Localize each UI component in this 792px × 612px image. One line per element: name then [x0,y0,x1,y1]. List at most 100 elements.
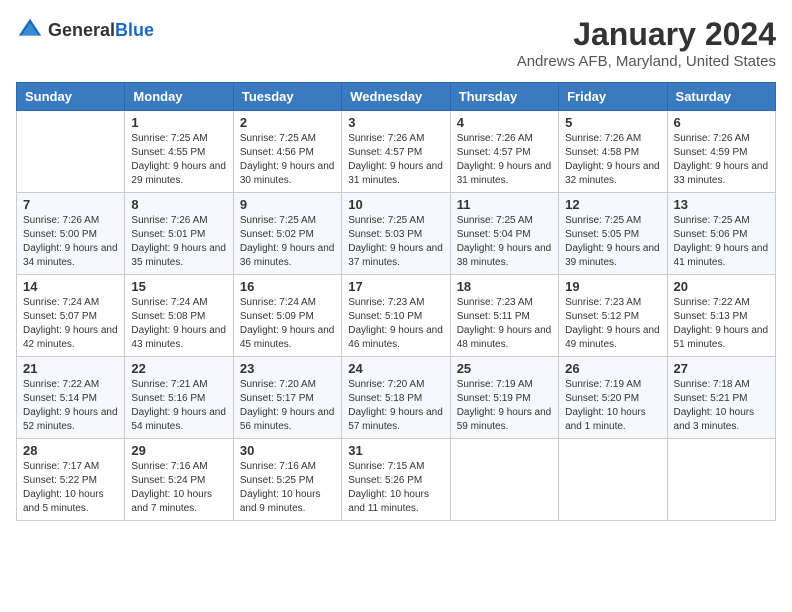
sunset: Sunset: 5:10 PM [348,310,443,324]
day-number: 24 [348,361,443,376]
calendar-week-3: 14Sunrise: 7:24 AMSunset: 5:07 PMDayligh… [17,275,776,357]
sunrise: Sunrise: 7:20 AM [240,378,335,392]
calendar-day-30: 30Sunrise: 7:16 AMSunset: 5:25 PMDayligh… [233,439,341,521]
calendar-day-31: 31Sunrise: 7:15 AMSunset: 5:26 PMDayligh… [342,439,450,521]
calendar-empty [450,439,558,521]
daylight-hours: Daylight: 10 hours and 9 minutes. [240,488,335,516]
daylight-hours: Daylight: 9 hours and 41 minutes. [674,242,769,270]
sunrise: Sunrise: 7:24 AM [23,296,118,310]
logo: GeneralBlue [16,16,154,44]
calendar-table: SundayMondayTuesdayWednesdayThursdayFrid… [16,82,776,521]
sunset: Sunset: 4:57 PM [348,146,443,160]
sunrise: Sunrise: 7:25 AM [565,214,660,228]
sunset: Sunset: 5:03 PM [348,228,443,242]
day-info: Sunrise: 7:19 AMSunset: 5:19 PMDaylight:… [457,378,552,434]
sunset: Sunset: 4:56 PM [240,146,335,160]
daylight-hours: Daylight: 9 hours and 31 minutes. [457,160,552,188]
calendar-day-25: 25 Sunrise: 7:19 AMSunset: 5:19 PMDayligh… [450,357,558,439]
sunset: Sunset: 5:18 PM [348,392,443,406]
sunrise: Sunrise: 7:22 AM [674,296,769,310]
sunrise: Sunrise: 7:25 AM [457,214,552,228]
daylight-hours: Daylight: 9 hours and 59 minutes. [457,406,552,434]
header-monday: Monday [125,83,233,111]
daylight-hours: Daylight: 9 hours and 49 minutes. [565,324,660,352]
daylight-hours: Daylight: 9 hours and 42 minutes. [23,324,118,352]
day-number: 27 [674,361,769,376]
sunset: Sunset: 5:24 PM [131,474,226,488]
sunset: Sunset: 5:17 PM [240,392,335,406]
sunset: Sunset: 5:20 PM [565,392,660,406]
day-number: 29 [131,443,226,458]
day-info: Sunrise: 7:26 AMSunset: 5:00 PMDaylight:… [23,214,118,270]
calendar-day-12: 12Sunrise: 7:25 AMSunset: 5:05 PMDayligh… [559,193,667,275]
day-number: 28 [23,443,118,458]
calendar-day-4: 4Sunrise: 7:26 AMSunset: 4:57 PMDaylight… [450,111,558,193]
day-number: 16 [240,279,335,294]
calendar-week-4: 21Sunrise: 7:22 AMSunset: 5:14 PMDayligh… [17,357,776,439]
day-number: 15 [131,279,226,294]
sunset: Sunset: 5:19 PM [457,392,552,406]
sunset: Sunset: 5:25 PM [240,474,335,488]
sunrise: Sunrise: 7:25 AM [240,214,335,228]
day-number: 18 [457,279,552,294]
day-number: 4 [457,115,552,130]
day-info: Sunrise: 7:15 AMSunset: 5:26 PMDaylight:… [348,460,443,516]
daylight-hours: Daylight: 9 hours and 29 minutes. [131,160,226,188]
sunrise: Sunrise: 7:25 AM [674,214,769,228]
calendar-day-14: 14Sunrise: 7:24 AMSunset: 5:07 PMDayligh… [17,275,125,357]
day-number: 13 [674,197,769,212]
calendar-day-3: 3Sunrise: 7:26 AMSunset: 4:57 PMDaylight… [342,111,450,193]
day-number: 17 [348,279,443,294]
calendar-day-20: 20 Sunrise: 7:22 AMSunset: 5:13 PMDayligh… [667,275,775,357]
day-number: 20 [674,279,769,294]
daylight-hours: Daylight: 9 hours and 56 minutes. [240,406,335,434]
day-number: 22 [131,361,226,376]
daylight-hours: Daylight: 9 hours and 57 minutes. [348,406,443,434]
header-sunday: Sunday [17,83,125,111]
day-number: 5 [565,115,660,130]
sunset: Sunset: 5:04 PM [457,228,552,242]
daylight-hours: Daylight: 9 hours and 36 minutes. [240,242,335,270]
day-info: Sunrise: 7:22 AMSunset: 5:13 PMDaylight:… [674,296,769,352]
daylight-hours: Daylight: 10 hours and 5 minutes. [23,488,118,516]
day-number: 1 [131,115,226,130]
day-info: Sunrise: 7:25 AMSunset: 4:55 PMDaylight:… [131,132,226,188]
calendar-day-8: 8Sunrise: 7:26 AMSunset: 5:01 PMDaylight… [125,193,233,275]
calendar-empty [559,439,667,521]
calendar-header-row: SundayMondayTuesdayWednesdayThursdayFrid… [17,83,776,111]
daylight-hours: Daylight: 9 hours and 37 minutes. [348,242,443,270]
daylight-hours: Daylight: 9 hours and 30 minutes. [240,160,335,188]
day-info: Sunrise: 7:25 AMSunset: 5:04 PMDaylight:… [457,214,552,270]
day-info: Sunrise: 7:26 AMSunset: 4:58 PMDaylight:… [565,132,660,188]
daylight-hours: Daylight: 10 hours and 11 minutes. [348,488,443,516]
daylight-hours: Daylight: 9 hours and 43 minutes. [131,324,226,352]
page-header: GeneralBlue January 2024 Andrews AFB, Ma… [16,16,776,70]
day-number: 9 [240,197,335,212]
day-info: Sunrise: 7:19 AMSunset: 5:20 PMDaylight:… [565,378,660,434]
day-info: Sunrise: 7:17 AMSunset: 5:22 PMDaylight:… [23,460,118,516]
title-area: January 2024 Andrews AFB, Maryland, Unit… [517,16,776,70]
sunrise: Sunrise: 7:19 AM [457,378,552,392]
day-number: 7 [23,197,118,212]
calendar-day-17: 17Sunrise: 7:23 AMSunset: 5:10 PMDayligh… [342,275,450,357]
daylight-hours: Daylight: 9 hours and 34 minutes. [23,242,118,270]
sunrise: Sunrise: 7:26 AM [23,214,118,228]
calendar-week-2: 7Sunrise: 7:26 AMSunset: 5:00 PMDaylight… [17,193,776,275]
day-number: 19 [565,279,660,294]
sunset: Sunset: 5:08 PM [131,310,226,324]
header-saturday: Saturday [667,83,775,111]
day-number: 25 [457,361,552,376]
day-info: Sunrise: 7:21 AMSunset: 5:16 PMDaylight:… [131,378,226,434]
sunset: Sunset: 5:22 PM [23,474,118,488]
day-number: 12 [565,197,660,212]
calendar-day-24: 24 Sunrise: 7:20 AMSunset: 5:18 PMDayligh… [342,357,450,439]
day-number: 8 [131,197,226,212]
header-thursday: Thursday [450,83,558,111]
calendar-empty [667,439,775,521]
day-info: Sunrise: 7:20 AMSunset: 5:18 PMDaylight:… [348,378,443,434]
logo-general: GeneralBlue [48,20,154,41]
sunset: Sunset: 5:00 PM [23,228,118,242]
daylight-hours: Daylight: 10 hours and 1 minute. [565,406,660,434]
calendar-day-10: 10Sunrise: 7:25 AMSunset: 5:03 PMDayligh… [342,193,450,275]
day-info: Sunrise: 7:26 AMSunset: 4:59 PMDaylight:… [674,132,769,188]
